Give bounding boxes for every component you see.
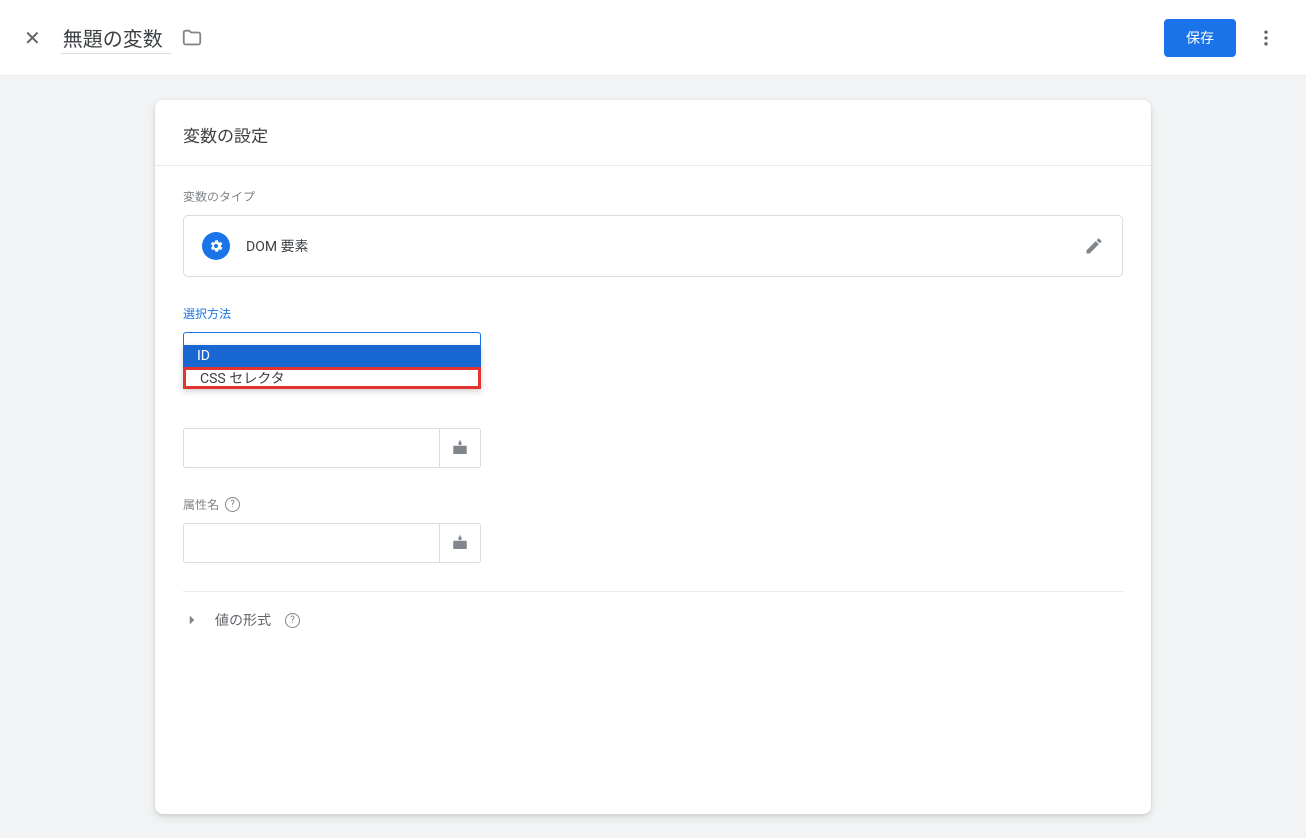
save-button[interactable]: 保存 — [1164, 19, 1236, 57]
id-field-group — [183, 428, 1123, 468]
header-bar: ✕ 保存 — [0, 0, 1306, 76]
variable-title-input[interactable] — [61, 22, 171, 54]
selection-method-field: 選択方法 ID ▼ ID CSS セレクタ — [183, 305, 1123, 372]
more-menu-icon[interactable] — [1250, 22, 1282, 54]
divider — [183, 591, 1123, 592]
variable-config-card: 変数の設定 変数のタイプ DOM 要素 選択方法 ID ▼ ID — [155, 100, 1151, 814]
pencil-icon[interactable] — [1084, 236, 1104, 256]
attribute-name-label: 属性名 ? — [183, 496, 1123, 513]
folder-icon[interactable] — [181, 27, 203, 49]
variable-type-selector[interactable]: DOM 要素 — [183, 215, 1123, 277]
selection-method-dropdown: ID CSS セレクタ — [183, 345, 481, 389]
variable-type-label: 変数のタイプ — [183, 188, 1123, 205]
value-format-toggle[interactable]: 値の形式 ? — [183, 606, 1123, 634]
element-id-variable-button[interactable] — [439, 428, 481, 468]
attribute-variable-button[interactable] — [439, 523, 481, 563]
close-icon[interactable]: ✕ — [24, 26, 41, 50]
page-background: 変数の設定 変数のタイプ DOM 要素 選択方法 ID ▼ ID — [0, 76, 1306, 838]
gear-icon — [202, 232, 230, 260]
chevron-right-icon — [183, 611, 201, 629]
dropdown-option-css-selector[interactable]: CSS セレクタ — [183, 367, 481, 389]
variable-type-name: DOM 要素 — [246, 236, 1084, 256]
dropdown-option-id[interactable]: ID — [183, 345, 481, 367]
help-icon[interactable]: ? — [225, 497, 240, 512]
element-id-input[interactable] — [183, 428, 439, 468]
card-title: 変数の設定 — [155, 100, 1151, 166]
help-icon[interactable]: ? — [285, 613, 300, 628]
selection-method-label: 選択方法 — [183, 305, 1123, 322]
attribute-field-group: 属性名 ? — [183, 496, 1123, 563]
value-format-label: 値の形式 — [215, 610, 271, 630]
attribute-name-input[interactable] — [183, 523, 439, 563]
